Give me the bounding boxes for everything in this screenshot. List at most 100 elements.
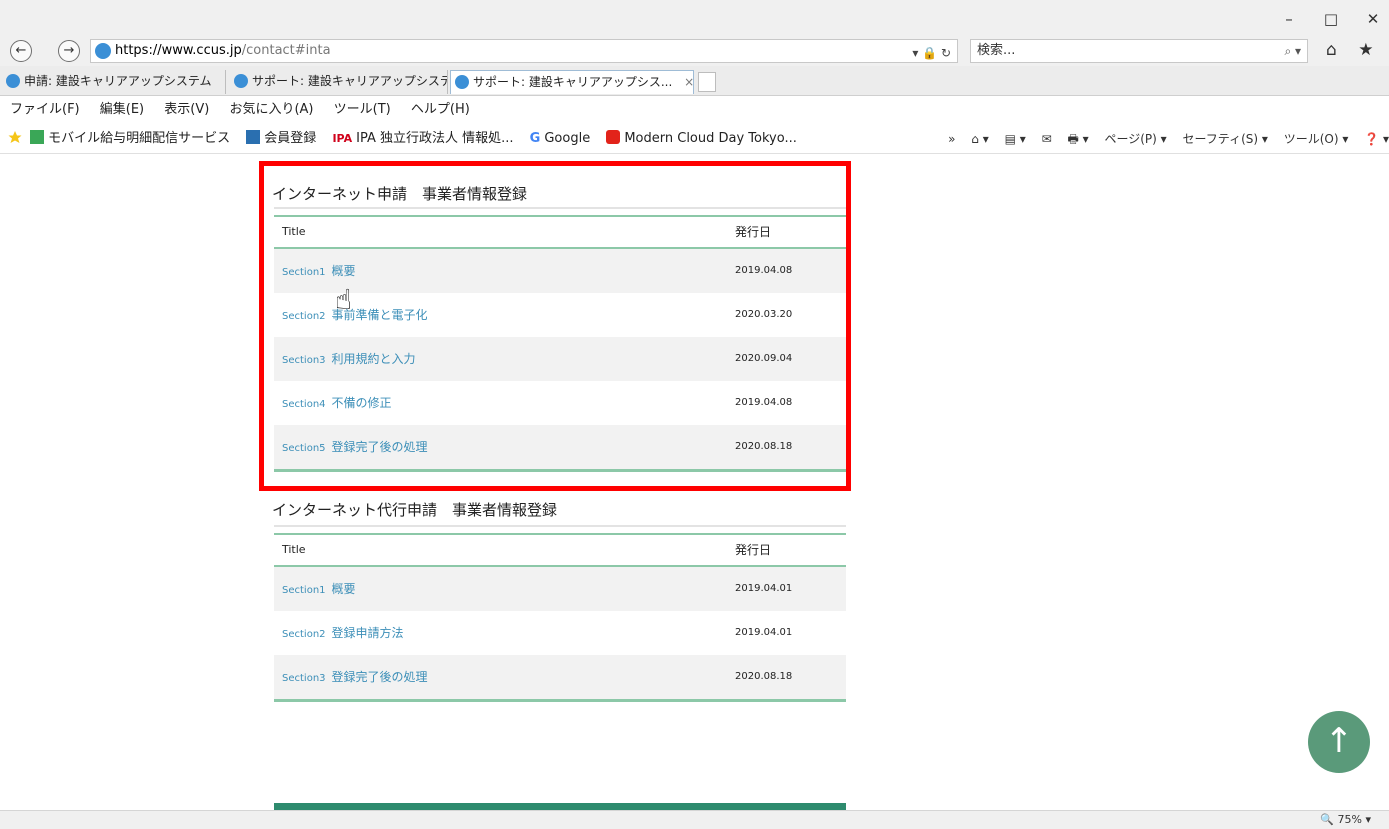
row-date: 2019.04.08 — [735, 265, 793, 276]
divider — [274, 525, 846, 527]
doc-table-2: Title 発行日 Section1 概要 2019.04.01 Section2… — [274, 525, 846, 702]
close-window-button[interactable]: ✕ — [1363, 10, 1383, 28]
row-date: 2020.08.18 — [735, 671, 793, 682]
ipa-logo-icon: IPA — [332, 132, 353, 145]
safety-menu[interactable]: セーフティ(S) ▾ — [1183, 132, 1268, 146]
page-menu[interactable]: ページ(P) ▾ — [1104, 132, 1166, 146]
hand-cursor-icon: ☝ — [335, 283, 353, 316]
row-date: 2020.09.04 — [735, 353, 793, 364]
window-titlebar: – □ ✕ — [0, 0, 1389, 36]
table-row[interactable]: Section1 概要 2019.04.08 — [274, 249, 846, 293]
table-row[interactable]: Section2 登録申請方法 2019.04.01 — [274, 611, 846, 655]
table-row[interactable]: Section3 登録完了後の処理 2020.08.18 — [274, 655, 846, 699]
tab-1[interactable]: 申請: 建設キャリアアップシステム — [2, 70, 226, 94]
header-date: 発行日 — [735, 543, 772, 557]
row-date: 2019.04.01 — [735, 627, 793, 638]
table-row[interactable]: Section4 不備の修正 2019.04.08 — [274, 381, 846, 425]
maximize-button[interactable]: □ — [1321, 10, 1341, 28]
row-section: Section5 — [282, 443, 326, 454]
table-row[interactable]: Section5 登録完了後の処理 2020.08.18 — [274, 425, 846, 469]
menu-favorites[interactable]: お気に入り(A) — [229, 102, 313, 117]
row-section: Section1 — [282, 585, 326, 596]
header-title: Title — [282, 543, 306, 556]
url-path: /contact#inta — [241, 43, 331, 58]
ie-page-icon — [455, 75, 469, 89]
more-chevron-icon[interactable]: » — [948, 132, 955, 146]
row-section: Section4 — [282, 399, 326, 410]
url-host: https://www.ccus.jp — [115, 43, 242, 58]
mail-icon[interactable]: ✉ — [1042, 132, 1052, 146]
section-title-1: インターネット申請 事業者情報登録 — [272, 185, 528, 203]
print-icon[interactable]: 🖶 ▾ — [1067, 132, 1088, 146]
new-tab-button[interactable] — [698, 72, 716, 92]
section-title-2: インターネット代行申請 事業者情報登録 — [272, 501, 558, 519]
member-icon — [246, 130, 261, 144]
table-row[interactable]: Section1 概要 2019.04.01 — [274, 567, 846, 611]
menu-tools[interactable]: ツール(T) — [334, 102, 391, 117]
row-link: 不備の修正 — [331, 396, 392, 410]
address-controls[interactable]: ▾ 🔒 ↻ — [912, 42, 951, 64]
row-link: 登録申請方法 — [331, 626, 404, 640]
tab-label: サポート: 建設キャリアアップシス... — [473, 75, 673, 89]
menu-file[interactable]: ファイル(F) — [10, 102, 80, 117]
page-content: インターネット申請 事業者情報登録 Title 発行日 Section1 概要 2… — [0, 155, 1389, 811]
home-favorites-icon[interactable]: ⌂ ★ — [1326, 40, 1381, 60]
tab-label: 申請: 建設キャリアアップシステム — [24, 74, 212, 88]
favorite-link-2[interactable]: 会員登録 — [246, 124, 316, 154]
table-header: Title 発行日 — [274, 533, 846, 567]
table-row[interactable]: Section2 事前準備と電子化 2020.03.20 — [274, 293, 846, 337]
ie-page-icon — [234, 74, 248, 88]
menu-bar: ファイル(F) 編集(E) 表示(V) お気に入り(A) ツール(T) ヘルプ(… — [0, 96, 1389, 124]
row-section: Section3 — [282, 355, 326, 366]
ie-page-icon — [6, 74, 20, 88]
menu-help[interactable]: ヘルプ(H) — [411, 102, 470, 117]
tools-menu[interactable]: ツール(O) ▾ — [1284, 132, 1349, 146]
search-placeholder: 検索... — [977, 43, 1016, 58]
row-link: 利用規約と入力 — [331, 352, 416, 366]
row-link: 登録完了後の処理 — [331, 670, 428, 684]
row-link: 登録完了後の処理 — [331, 440, 428, 454]
row-section: Section3 — [282, 673, 326, 684]
table-row[interactable]: Section3 利用規約と入力 2020.09.04 — [274, 337, 846, 381]
back-button[interactable]: ← — [10, 40, 32, 62]
minimize-button[interactable]: – — [1279, 10, 1299, 28]
zoom-control[interactable]: 🔍 75% ▾ — [1320, 811, 1371, 829]
forward-button[interactable]: → — [58, 40, 80, 62]
favorite-link-5[interactable]: Modern Cloud Day Tokyo... — [606, 124, 797, 154]
favorite-link-4[interactable]: G Google — [530, 124, 591, 154]
menu-view[interactable]: 表示(V) — [164, 102, 209, 117]
favorite-link-3[interactable]: IPA IPA 独立行政法人 情報処... — [332, 124, 513, 154]
divider — [274, 207, 846, 209]
address-row: ← → https://www.ccus.jp/contact#inta ▾ 🔒… — [0, 36, 1389, 66]
tab-strip: 申請: 建設キャリアアップシステム サポート: 建設キャリアアップシステム サポ… — [0, 66, 1389, 96]
menu-edit[interactable]: 編集(E) — [100, 102, 144, 117]
row-date: 2020.03.20 — [735, 309, 793, 320]
row-link: 概要 — [331, 582, 356, 596]
row-section: Section2 — [282, 311, 326, 322]
row-section: Section2 — [282, 629, 326, 640]
ie-page-icon — [30, 130, 45, 144]
tab-label: サポート: 建設キャリアアップシステム — [252, 74, 448, 88]
header-title: Title — [282, 225, 306, 238]
site-favicon-icon — [95, 43, 111, 59]
row-section: Section1 — [282, 267, 326, 278]
status-bar: 🔍 75% ▾ — [0, 810, 1389, 829]
help-icon[interactable]: ❓ ▾ — [1364, 132, 1389, 146]
favorite-link-1[interactable]: モバイル給与明細配信サービス — [30, 124, 230, 154]
home-dropdown-icon[interactable]: ⌂ ▾ — [971, 132, 988, 146]
feeds-icon[interactable]: ▤ ▾ — [1005, 132, 1026, 146]
back-to-top-button[interactable]: ↑ — [1308, 711, 1370, 773]
oracle-icon — [606, 130, 621, 144]
address-bar[interactable]: https://www.ccus.jp/contact#inta ▾ 🔒 ↻ — [90, 39, 958, 63]
chevron-down-icon: ▾ — [1365, 813, 1371, 826]
row-link: 概要 — [331, 264, 356, 278]
tab-3-active[interactable]: サポート: 建設キャリアアップシス... × — [450, 70, 694, 94]
search-icon[interactable]: ⌕ ▾ — [1284, 40, 1301, 62]
doc-table-1: Title 発行日 Section1 概要 2019.04.08 Section2… — [274, 207, 846, 472]
favorites-star-icon[interactable] — [8, 126, 22, 143]
tab-2[interactable]: サポート: 建設キャリアアップシステム — [230, 70, 448, 94]
row-date: 2020.08.18 — [735, 441, 793, 452]
row-date: 2019.04.01 — [735, 583, 793, 594]
close-tab-icon[interactable]: × — [684, 75, 693, 89]
search-input[interactable]: 検索... ⌕ ▾ — [970, 39, 1308, 63]
